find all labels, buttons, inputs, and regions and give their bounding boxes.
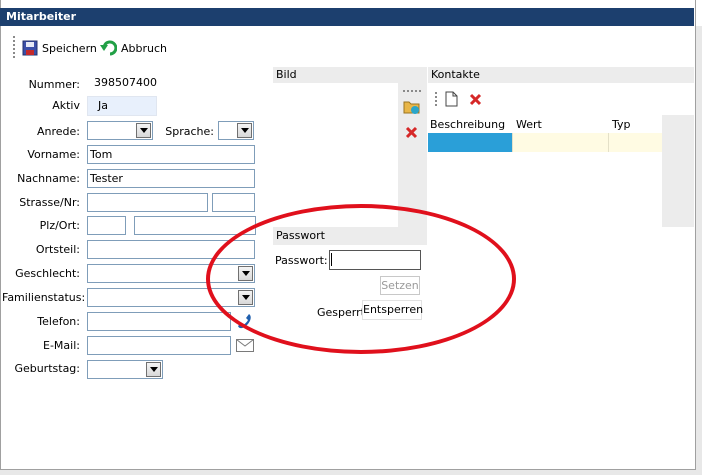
language-label: Sprache: xyxy=(165,125,214,138)
chevron-down-icon[interactable] xyxy=(136,123,151,138)
folder-image-icon[interactable] xyxy=(403,99,421,115)
window-shadow xyxy=(0,470,702,475)
gender-label: Geschlecht: xyxy=(15,267,80,280)
toolbar-grip[interactable] xyxy=(13,36,15,58)
marital-select[interactable] xyxy=(87,288,255,307)
active-label: Aktiv xyxy=(52,99,80,112)
new-document-icon[interactable] xyxy=(445,91,458,107)
street-label: Strasse/Nr: xyxy=(19,196,80,209)
firstname-field[interactable]: Tom xyxy=(87,145,255,164)
save-icon xyxy=(22,40,38,56)
set-password-button[interactable]: Setzen xyxy=(380,276,420,295)
image-panel-title: Bild xyxy=(273,67,427,83)
city-field[interactable] xyxy=(134,216,256,235)
phone-label: Telefon: xyxy=(37,315,80,328)
cancel-button[interactable]: Abbruch xyxy=(100,38,167,58)
zip-label: Plz/Ort: xyxy=(39,219,80,232)
number-label: Nummer: xyxy=(28,78,80,91)
lastname-label: Nachname: xyxy=(17,172,80,185)
phone-icon[interactable] xyxy=(236,312,254,330)
save-label: Speichern xyxy=(42,41,97,55)
lastname-field[interactable]: Tester xyxy=(87,169,255,188)
salutation-select[interactable] xyxy=(87,121,153,140)
birthday-label: Geburtstag: xyxy=(14,362,80,375)
toolbar-grip[interactable] xyxy=(435,92,437,108)
number-value: 398507400 xyxy=(94,76,157,89)
table-cell[interactable] xyxy=(512,133,608,152)
street-field[interactable] xyxy=(87,193,208,212)
column-header-type[interactable]: Typ xyxy=(612,117,631,133)
toolbar-grip[interactable] xyxy=(403,90,421,92)
password-field[interactable] xyxy=(329,250,421,270)
language-select[interactable] xyxy=(218,121,254,140)
column-header-value[interactable]: Wert xyxy=(516,117,542,133)
chevron-down-icon[interactable] xyxy=(237,123,252,138)
district-field[interactable] xyxy=(87,240,255,259)
phone-field[interactable] xyxy=(87,312,231,331)
undo-icon xyxy=(100,40,117,56)
district-label: Ortsteil: xyxy=(35,243,80,256)
contacts-panel-title: Kontakte xyxy=(428,67,694,83)
delete-icon[interactable] xyxy=(405,126,418,139)
contacts-grid-background xyxy=(662,115,694,227)
active-toggle[interactable]: Ja xyxy=(87,96,157,116)
password-label: Passwort: xyxy=(275,254,328,267)
email-field[interactable] xyxy=(87,336,231,355)
password-panel-title: Passwort xyxy=(273,227,427,245)
chevron-down-icon[interactable] xyxy=(238,290,253,305)
salutation-label: Anrede: xyxy=(36,125,80,138)
birthday-picker[interactable] xyxy=(87,360,163,379)
unlock-button[interactable]: Entsperren xyxy=(362,300,423,320)
locked-label: Gesperrt xyxy=(317,306,365,319)
text-cursor xyxy=(331,253,332,266)
street-number-field[interactable] xyxy=(212,193,255,212)
column-header-description[interactable]: Beschreibung xyxy=(430,117,505,133)
marital-label: Familienstatus: xyxy=(2,291,86,304)
window-title: Mitarbeiter xyxy=(0,8,694,26)
save-button[interactable]: Speichern xyxy=(22,38,97,58)
cancel-label: Abbruch xyxy=(121,41,168,55)
chevron-down-icon[interactable] xyxy=(146,362,161,377)
email-label: E-Mail: xyxy=(43,339,80,352)
table-cell[interactable] xyxy=(608,133,662,152)
delete-icon[interactable] xyxy=(469,93,482,106)
zip-field[interactable] xyxy=(87,216,126,235)
chevron-down-icon[interactable] xyxy=(238,266,253,281)
window-shadow xyxy=(696,26,702,475)
envelope-icon[interactable] xyxy=(236,339,254,352)
firstname-label: Vorname: xyxy=(27,148,80,161)
gender-select[interactable] xyxy=(87,264,255,283)
table-cell-selected[interactable] xyxy=(428,133,512,152)
